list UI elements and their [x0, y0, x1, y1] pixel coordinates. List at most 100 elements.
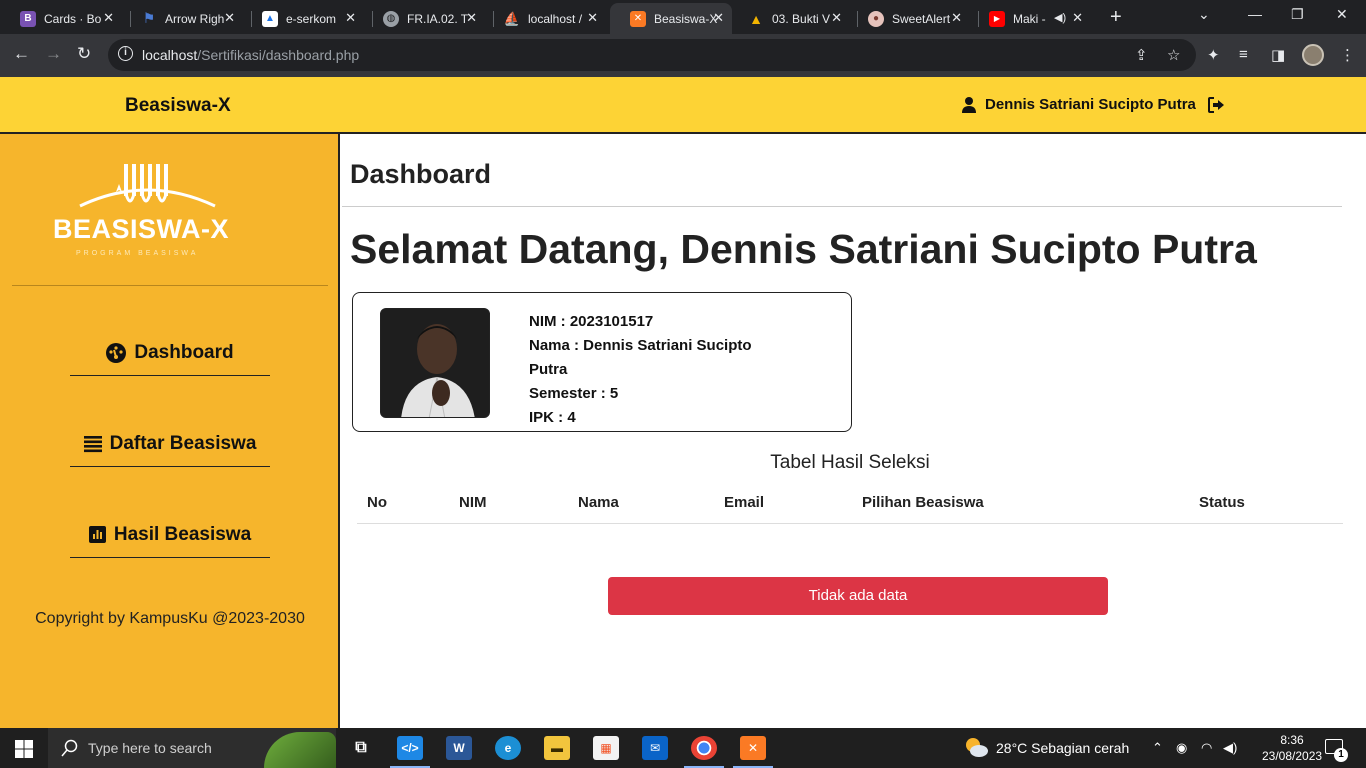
logo-wordmark: BEASISWA-X	[53, 214, 230, 244]
browser-tab-active[interactable]: ✕ Beasiswa-X ✕	[610, 3, 732, 34]
sweetalert-icon: ●	[868, 10, 884, 27]
bookmark-star-icon[interactable]: ☆	[1167, 46, 1180, 64]
search-highlight-image	[264, 732, 336, 768]
weather-text[interactable]: 28°C Sebagian cerah	[996, 740, 1129, 756]
tab-title: Maki -	[1013, 11, 1046, 26]
clock-time: 8:36	[1280, 733, 1304, 747]
browser-tab[interactable]: ▶ Maki - ◀) ✕	[969, 3, 1091, 34]
nim-text: NIM : 2023101517	[529, 313, 654, 330]
edge-icon[interactable]: e	[495, 736, 521, 760]
share-icon[interactable]: ⇪	[1135, 46, 1148, 64]
meet-now-icon[interactable]: ◉	[1176, 740, 1187, 756]
browser-tab[interactable]: ▲ e-serkom ✕	[242, 3, 364, 34]
browser-tab-strip: B Cards · Bo ✕ ⚑ Arrow Righ ✕ ▲ e-serkom…	[0, 0, 1366, 34]
browser-toolbar: ← → ↻ i localhost/Sertifikasi/dashboard.…	[0, 34, 1366, 77]
partly-sunny-icon	[966, 738, 988, 757]
profile-avatar-icon[interactable]	[1302, 44, 1324, 66]
column-header-email: Email	[724, 494, 765, 511]
browser-tab[interactable]: ◍ FR.IA.02. T ✕	[363, 3, 485, 34]
empty-data-alert: Tidak ada data	[608, 577, 1108, 615]
browser-tab[interactable]: ▲ 03. Bukti V ✕	[728, 3, 850, 34]
sidebar-item-daftar-beasiswa[interactable]: Daftar Beasiswa	[70, 421, 270, 467]
browser-tab[interactable]: B Cards · Bo ✕	[0, 3, 122, 34]
close-tab-icon[interactable]: ✕	[713, 10, 724, 26]
sidebar-item-label: Daftar Beasiswa	[109, 432, 257, 454]
sidebar-item-label: Dashboard	[134, 341, 234, 363]
close-tab-icon[interactable]: ✕	[951, 10, 962, 26]
close-tab-icon[interactable]: ✕	[1072, 10, 1083, 26]
restore-icon[interactable]: ❐	[1291, 6, 1304, 23]
vscode-icon[interactable]: </>	[397, 736, 423, 760]
volume-icon[interactable]: ◀)	[1223, 740, 1237, 756]
profile-info: NIM : 2023101517 Nama : Dennis Satriani …	[529, 310, 789, 430]
close-tab-icon[interactable]: ✕	[345, 10, 356, 26]
welcome-heading: Selamat Datang, Dennis Satriani Sucipto …	[350, 226, 1257, 272]
close-window-icon[interactable]: ✕	[1336, 6, 1348, 23]
taskbar-search[interactable]: Type here to search	[48, 728, 336, 768]
close-tab-icon[interactable]: ✕	[466, 10, 477, 26]
column-header-status: Status	[1199, 494, 1245, 511]
table-header: No NIM Nama Email Pilihan Beasiswa Statu…	[357, 482, 1343, 524]
sidebar-item-dashboard[interactable]: Dashboard	[70, 330, 270, 376]
new-tab-icon[interactable]: +	[1110, 6, 1122, 29]
bootstrap-icon: B	[20, 10, 36, 27]
close-tab-icon[interactable]: ✕	[103, 10, 114, 26]
youtube-icon: ▶	[989, 10, 1005, 27]
xampp-taskbar-icon[interactable]: ✕	[740, 736, 766, 760]
nama-text: Nama : Dennis Satriani Sucipto	[529, 337, 752, 354]
user-icon	[962, 96, 976, 113]
close-tab-icon[interactable]: ✕	[587, 10, 598, 26]
column-header-pilihan-beasiswa: Pilihan Beasiswa	[862, 494, 984, 511]
gauge-icon	[106, 342, 127, 363]
top-navbar: Beasiswa-X Dennis Satriani Sucipto Putra	[0, 77, 1366, 134]
mail-icon[interactable]: ✉	[642, 736, 668, 760]
chrome-icon[interactable]	[691, 736, 717, 760]
browser-tab[interactable]: ● SweetAlert ✕	[848, 3, 970, 34]
tab-title: localhost /	[528, 11, 583, 26]
reload-icon[interactable]: ↻	[77, 44, 91, 64]
address-bar[interactable]: i localhost/Sertifikasi/dashboard.php ⇪ …	[108, 39, 1196, 71]
microsoft-store-icon[interactable]: ▦	[593, 736, 619, 760]
user-menu: Dennis Satriani Sucipto Putra	[962, 96, 1225, 113]
extensions-icon[interactable]: ✦	[1207, 46, 1220, 64]
web-page: Beasiswa-X Dennis Satriani Sucipto Putra	[0, 77, 1366, 728]
search-icon	[61, 739, 78, 757]
windows-start-icon[interactable]	[15, 740, 33, 758]
sidebar-item-hasil-beasiswa[interactable]: Hasil Beasiswa	[70, 512, 270, 558]
sidebar: BEASISWA-X PROGRAM BEASISWA Dashboard Da…	[0, 134, 340, 728]
nama-text-cont: Putra	[529, 361, 568, 378]
tab-title: Beasiswa-X	[654, 11, 718, 26]
beasiswa-x-logo: BEASISWA-X PROGRAM BEASISWA	[50, 164, 245, 264]
word-icon[interactable]: W	[446, 736, 472, 760]
back-icon[interactable]: ←	[13, 44, 30, 64]
site-info-icon[interactable]: i	[118, 46, 133, 61]
url-text[interactable]: localhost/Sertifikasi/dashboard.php	[142, 47, 359, 63]
minimize-icon[interactable]: —	[1248, 6, 1262, 22]
tab-title: Arrow Righ	[165, 11, 225, 26]
browser-tab[interactable]: ⛵ localhost / ✕	[484, 3, 606, 34]
task-view-icon[interactable]: ⧉	[348, 736, 374, 760]
main-content: Dashboard Selamat Datang, Dennis Satrian…	[342, 134, 1366, 728]
file-explorer-icon[interactable]: ▬	[544, 736, 570, 760]
logout-icon[interactable]	[1207, 96, 1225, 113]
menu-kebab-icon[interactable]: ⋮	[1340, 46, 1355, 64]
table-title: Tabel Hasil Seleksi	[770, 452, 930, 473]
system-clock[interactable]: 8:36 23/08/2023	[1262, 732, 1322, 764]
navbar-brand[interactable]: Beasiswa-X	[125, 95, 231, 117]
tab-title: 03. Bukti V	[772, 11, 831, 26]
media-queue-icon[interactable]: ≡	[1239, 46, 1248, 63]
column-header-no: No	[367, 494, 387, 511]
close-tab-icon[interactable]: ✕	[224, 10, 235, 26]
wifi-icon[interactable]: ◠	[1201, 740, 1212, 756]
notification-count-badge: 1	[1334, 748, 1348, 762]
browser-tab[interactable]: ⚑ Arrow Righ ✕	[121, 3, 243, 34]
column-header-nama: Nama	[578, 494, 619, 511]
close-tab-icon[interactable]: ✕	[831, 10, 842, 26]
side-panel-icon[interactable]: ◨	[1271, 46, 1285, 64]
chart-icon	[88, 526, 106, 543]
page-title: Dashboard	[350, 159, 492, 189]
speaker-icon[interactable]: ◀)	[1054, 11, 1066, 24]
tab-search-icon[interactable]: ⌄	[1198, 6, 1210, 23]
forward-icon[interactable]: →	[45, 44, 62, 64]
show-hidden-icons-icon[interactable]: ⌃	[1152, 740, 1163, 756]
